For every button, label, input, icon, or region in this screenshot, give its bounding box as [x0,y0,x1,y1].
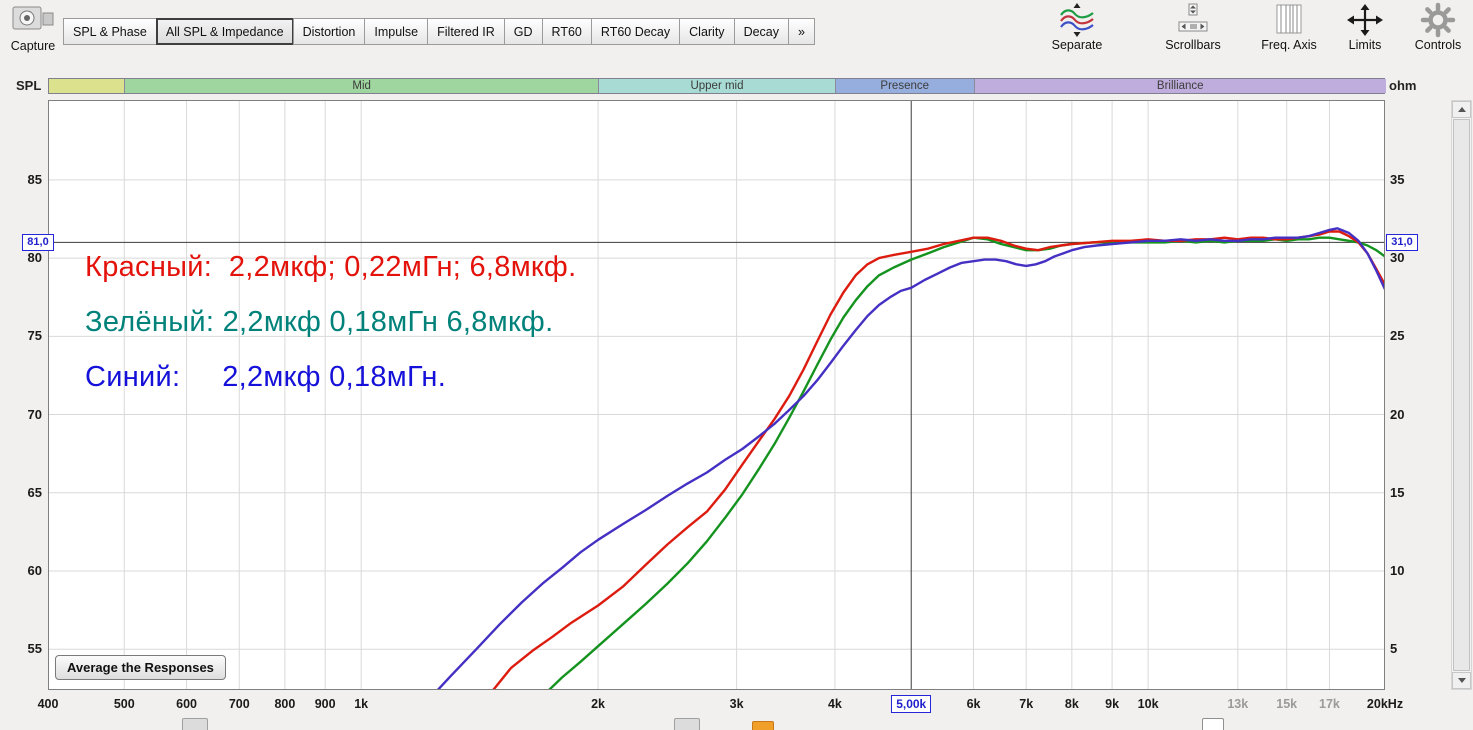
rew-app-window: Capture SPL & Phase All SPL & Impedance Di… [0,0,1473,730]
spl-tick-85: 85 [27,171,42,187]
scrollbar-thumb[interactable] [1453,119,1470,671]
separate-icon [1031,1,1123,38]
freq-band-label: Mid [352,80,371,92]
x-axis-label-2k: 2k [591,697,605,711]
ohm-tick-5: 5 [1390,641,1398,657]
tab-decay[interactable]: Decay [733,18,789,45]
x-axis-label-900: 900 [314,697,336,711]
spl-impedance-plot[interactable] [48,100,1385,690]
freq-band-presence: Presence [835,79,975,93]
tool-label: Scrollbars [1165,38,1221,52]
spl-tick-75: 75 [27,328,42,344]
tab-filtered-ir[interactable]: Filtered IR [427,18,505,45]
down-arrow-icon [1457,678,1466,683]
trace-2 [491,230,1385,690]
x-axis-label-1k: 1k [354,697,369,711]
tool-controls[interactable]: Controls [1392,1,1473,52]
ohm-tick-25: 25 [1390,328,1405,344]
graph-tabs: SPL & Phase All SPL & Impedance Distortion… [63,18,815,45]
capture-label: Capture [10,39,56,53]
freq-band-label: Presence [880,80,930,92]
spl-tick-80: 80 [27,250,42,266]
spl-tick-55: 55 [27,641,42,657]
capture-icon [4,1,62,39]
tool-scrollbars[interactable]: Scrollbars [1147,1,1239,52]
x-axis-label-6k: 6k [966,697,981,711]
cropped-control-3 [752,721,774,730]
right-axis-title: ohm [1389,78,1417,93]
tab-rt60[interactable]: RT60 [541,18,592,45]
x-axis-label-3k: 3k [729,697,744,711]
x-axis-label-7k: 7k [1019,697,1034,711]
x-axis-label-15k: 15k [1276,697,1298,711]
vertical-scrollbar[interactable] [1451,100,1472,690]
ohm-tick-30: 30 [1390,250,1405,266]
cursor-ohm-readout: 31,0 [1386,234,1418,252]
x-axis-label-8k: 8k [1064,697,1079,711]
cropped-control-1 [182,718,208,730]
x-axis-label-400: 400 [37,697,59,711]
ohm-tick-10: 10 [1390,563,1405,579]
x-axis-label-4k: 4k [827,697,842,711]
tab-distortion[interactable]: Distortion [292,18,366,45]
tab-all-spl-impedance[interactable]: All SPL & Impedance [155,18,294,45]
average-responses-button[interactable]: Average the Responses [55,655,226,680]
annotation-1: Красный: 2,2мкф; 0,22мГн; 6,8мкф. [85,251,577,283]
tab-clarity[interactable]: Clarity [679,18,735,45]
x-axis-label-500: 500 [113,697,135,711]
x-axis-label-700: 700 [228,697,250,711]
spl-tick-60: 60 [27,563,42,579]
trace-1 [547,236,1385,690]
x-axis-label-20khz: 20kHz [1366,697,1404,711]
scrollbars-icon [1147,1,1239,38]
tab-gd[interactable]: GD [503,18,543,45]
tool-separate[interactable]: Separate [1031,1,1123,52]
cursor-frequency-readout: 5,00k [891,695,932,713]
tab-spl-phase[interactable]: SPL & Phase [63,18,157,45]
ohm-tick-15: 15 [1390,484,1405,500]
x-axis-label-17k: 17k [1319,697,1340,711]
ohm-tick-20: 20 [1390,406,1405,422]
spl-tick-70: 70 [27,406,42,422]
capture-button[interactable]: Capture [4,1,62,53]
annotation-2: Зелёный: 2,2мкф 0,18мГн 6,8мкф. [85,306,554,338]
annotation-3: Синий: 2,2мкф 0,18мГн. [85,361,447,393]
x-axis-label-13k: 13k [1227,697,1249,711]
tab-rt60-decay[interactable]: RT60 Decay [590,18,681,45]
cropped-control-2 [674,718,700,730]
freq-band-low [49,79,126,93]
up-arrow-icon [1457,107,1466,112]
scroll-down-button[interactable] [1452,672,1471,689]
freq-band-label: Brilliance [1156,80,1204,92]
x-axis-label-800: 800 [274,697,296,711]
tool-label: Separate [1051,38,1103,52]
tab-impulse[interactable]: Impulse [364,18,429,45]
controls-icon [1392,1,1473,38]
cursor-spl-readout: 81,0 [22,234,54,252]
spl-tick-65: 65 [27,484,42,500]
scroll-up-button[interactable] [1452,101,1471,118]
x-axis-label-600: 600 [176,697,197,711]
plot-border [48,100,1385,690]
tool-label: Controls [1414,38,1462,52]
frequency-bands-strip: Mid Upper mid Presence Brilliance [48,78,1386,94]
x-axis-label-9k: 9k [1105,697,1120,711]
left-axis-title: SPL [16,78,42,93]
freq-band-brilliance: Brilliance [974,79,1386,93]
freq-band-label: Upper mid [690,80,744,92]
freq-band-upper-mid: Upper mid [599,79,836,93]
freq-band-mid: Mid [125,79,600,93]
cropped-control-4 [1202,718,1224,730]
ohm-tick-35: 35 [1390,171,1405,187]
tab-more[interactable]: » [788,18,815,45]
x-axis-label-10k: 10k [1137,697,1159,711]
